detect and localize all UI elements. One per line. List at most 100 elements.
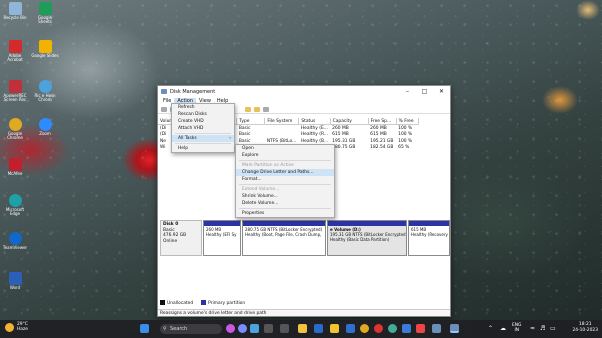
search-label: Search bbox=[170, 326, 188, 332]
desktop-icon[interactable]: Adobe Acrobat bbox=[1, 40, 29, 63]
disk-info[interactable]: Disk 0 Basic 476.92 GB Online bbox=[160, 220, 202, 256]
submenu-properties[interactable]: Properties bbox=[236, 210, 334, 217]
submenu-format[interactable]: Format... bbox=[236, 176, 334, 183]
submenu-change-drive-letter[interactable]: Change Drive Letter and Paths... bbox=[236, 169, 334, 176]
settings-icon[interactable] bbox=[432, 324, 441, 333]
desktop-icon-label: Word bbox=[9, 285, 21, 290]
menu-item-help[interactable]: Help bbox=[172, 145, 234, 152]
disk-management-task-icon[interactable] bbox=[450, 324, 459, 333]
mail-icon[interactable] bbox=[402, 324, 411, 333]
battery-icon[interactable]: ▭ bbox=[550, 325, 556, 332]
desktop-icon[interactable]: ApowerREC Screen Rec bbox=[1, 80, 29, 103]
close-button[interactable]: ✕ bbox=[433, 88, 450, 95]
chrome-icon[interactable] bbox=[388, 324, 397, 333]
wifi-icon[interactable]: ≈ bbox=[530, 325, 535, 332]
desktop-icon[interactable]: Microsoft Edge bbox=[1, 194, 29, 217]
col-capacity[interactable]: Capacity bbox=[330, 118, 369, 126]
desktop-icon[interactable]: Word bbox=[1, 272, 29, 290]
sheets-icon bbox=[38, 2, 52, 15]
title-bar[interactable]: Disk Management – □ ✕ bbox=[158, 86, 450, 97]
menu-item-all-tasks[interactable]: All Tasks › bbox=[172, 135, 234, 142]
meet-icon[interactable] bbox=[238, 324, 247, 333]
cell-free: 615 MB bbox=[370, 131, 387, 137]
desktop-icon[interactable]: Google Chrome bbox=[1, 118, 29, 141]
desktop-icon-label: Google Slides bbox=[31, 53, 59, 58]
view-icon[interactable] bbox=[263, 106, 269, 112]
properties-icon[interactable] bbox=[254, 106, 260, 112]
chrome-icon[interactable] bbox=[360, 324, 369, 333]
clock[interactable]: 18:21 24-10-2023 bbox=[572, 322, 598, 334]
legend-label: Unallocated bbox=[167, 301, 194, 306]
partition-recovery[interactable]: 615 MB Healthy (Recovery bbox=[408, 220, 450, 256]
col-type[interactable]: Type bbox=[236, 118, 266, 126]
disk-management-icon bbox=[161, 89, 167, 94]
partition-efi[interactable]: 260 MB Healthy (EFI Sy bbox=[203, 220, 241, 256]
col-percent-free[interactable]: % Free bbox=[396, 118, 419, 126]
desktop-icon[interactable]: Ric e Hwin Chrom bbox=[31, 80, 59, 103]
app-icon[interactable] bbox=[416, 324, 425, 333]
volume-icon[interactable]: ♬ bbox=[540, 325, 545, 332]
menu-separator bbox=[239, 160, 331, 161]
legend: Unallocated Primary partition bbox=[160, 300, 245, 306]
partition-data-d[interactable]: e Volume (D:) 195.31 GB NTFS (BitLocker … bbox=[327, 220, 407, 256]
cell-status: Healthy (E... bbox=[300, 125, 328, 131]
chrome-profile-icon[interactable] bbox=[374, 324, 383, 333]
zoom-icon bbox=[38, 118, 52, 131]
partition-status: Healthy (Basic Data Partition) bbox=[330, 237, 390, 242]
desktop-icon-label: ApowerREC Screen Rec bbox=[3, 93, 27, 103]
menu-item-attach-vhd[interactable]: Attach VHD bbox=[172, 125, 234, 132]
maximize-button[interactable]: □ bbox=[416, 88, 433, 95]
desktop-icon-label: Ric e Hwin Chrom bbox=[34, 93, 56, 103]
weather-widget[interactable]: 29°C Haze bbox=[5, 322, 28, 332]
desktop-icon[interactable]: Google Sheets bbox=[31, 2, 59, 25]
partition-windows[interactable]: 280.75 GB NTFS (BitLocker Encrypted) Hea… bbox=[242, 220, 326, 256]
file-explorer-icon[interactable] bbox=[298, 324, 307, 333]
minimize-button[interactable]: – bbox=[399, 88, 416, 95]
submenu-delete[interactable]: Delete Volume... bbox=[236, 200, 334, 207]
widgets-icon[interactable] bbox=[280, 324, 289, 333]
desktop-icon[interactable]: Recycle Bin bbox=[1, 2, 29, 20]
task-view-icon[interactable] bbox=[264, 324, 273, 333]
col-free-space[interactable]: Free Sp... bbox=[368, 118, 397, 126]
help-icon[interactable] bbox=[245, 106, 251, 112]
col-status[interactable]: Status bbox=[298, 118, 331, 126]
chrome-icon[interactable] bbox=[250, 324, 259, 333]
haze-icon bbox=[5, 322, 14, 332]
col-file-system[interactable]: File System bbox=[264, 118, 300, 126]
submenu-open[interactable]: Open bbox=[236, 145, 334, 152]
window-title: Disk Management bbox=[170, 88, 216, 95]
search-icon: ⚲ bbox=[163, 326, 167, 332]
outlook-icon[interactable] bbox=[346, 324, 355, 333]
submenu-explore[interactable]: Explore bbox=[236, 152, 334, 159]
teamviewer-icon bbox=[8, 232, 22, 245]
weather-condition: Haze bbox=[17, 327, 28, 332]
menu-item-refresh[interactable]: Refresh bbox=[172, 104, 234, 111]
copilot-icon[interactable] bbox=[226, 324, 235, 333]
partition-status: Healthy (Boot, Page File, Crash Dump, bbox=[245, 232, 322, 237]
back-icon[interactable] bbox=[161, 106, 167, 112]
language-indicator[interactable]: ENG IN bbox=[512, 323, 521, 333]
desktop-icon[interactable]: TeamViewer bbox=[1, 232, 29, 250]
cell-type: Basic bbox=[238, 131, 251, 137]
partition-status: Healthy (Recovery bbox=[411, 232, 448, 237]
cell-free: 260 MB bbox=[370, 125, 387, 131]
cell-pct: 100 % bbox=[398, 138, 413, 144]
start-icon[interactable] bbox=[140, 324, 149, 333]
sticky-notes-icon[interactable] bbox=[330, 324, 339, 333]
unallocated-swatch-icon bbox=[160, 300, 165, 305]
cloud-icon[interactable]: ☁ bbox=[500, 325, 506, 332]
store-icon[interactable] bbox=[314, 324, 323, 333]
desktop-icon[interactable]: Zoom bbox=[31, 118, 59, 136]
menu-item-rescan[interactable]: Rescan Disks bbox=[172, 111, 234, 118]
disk-management-window[interactable]: Disk Management – □ ✕ File Action View H… bbox=[157, 85, 451, 317]
legend-unallocated: Unallocated bbox=[160, 300, 193, 306]
desktop-icon[interactable]: McAfee bbox=[1, 158, 29, 176]
menu-item-create-vhd[interactable]: Create VHD bbox=[172, 118, 234, 125]
search-box[interactable]: ⚲ Search bbox=[160, 324, 222, 334]
desktop-icon-label: TeamViewer bbox=[2, 245, 28, 250]
chrome-icon bbox=[8, 118, 22, 131]
chevron-up-icon[interactable]: ⌃ bbox=[488, 325, 493, 332]
desktop-icon[interactable]: Google Slides bbox=[31, 40, 59, 58]
submenu-shrink[interactable]: Shrink Volume... bbox=[236, 193, 334, 200]
mcafee-icon bbox=[8, 158, 22, 171]
